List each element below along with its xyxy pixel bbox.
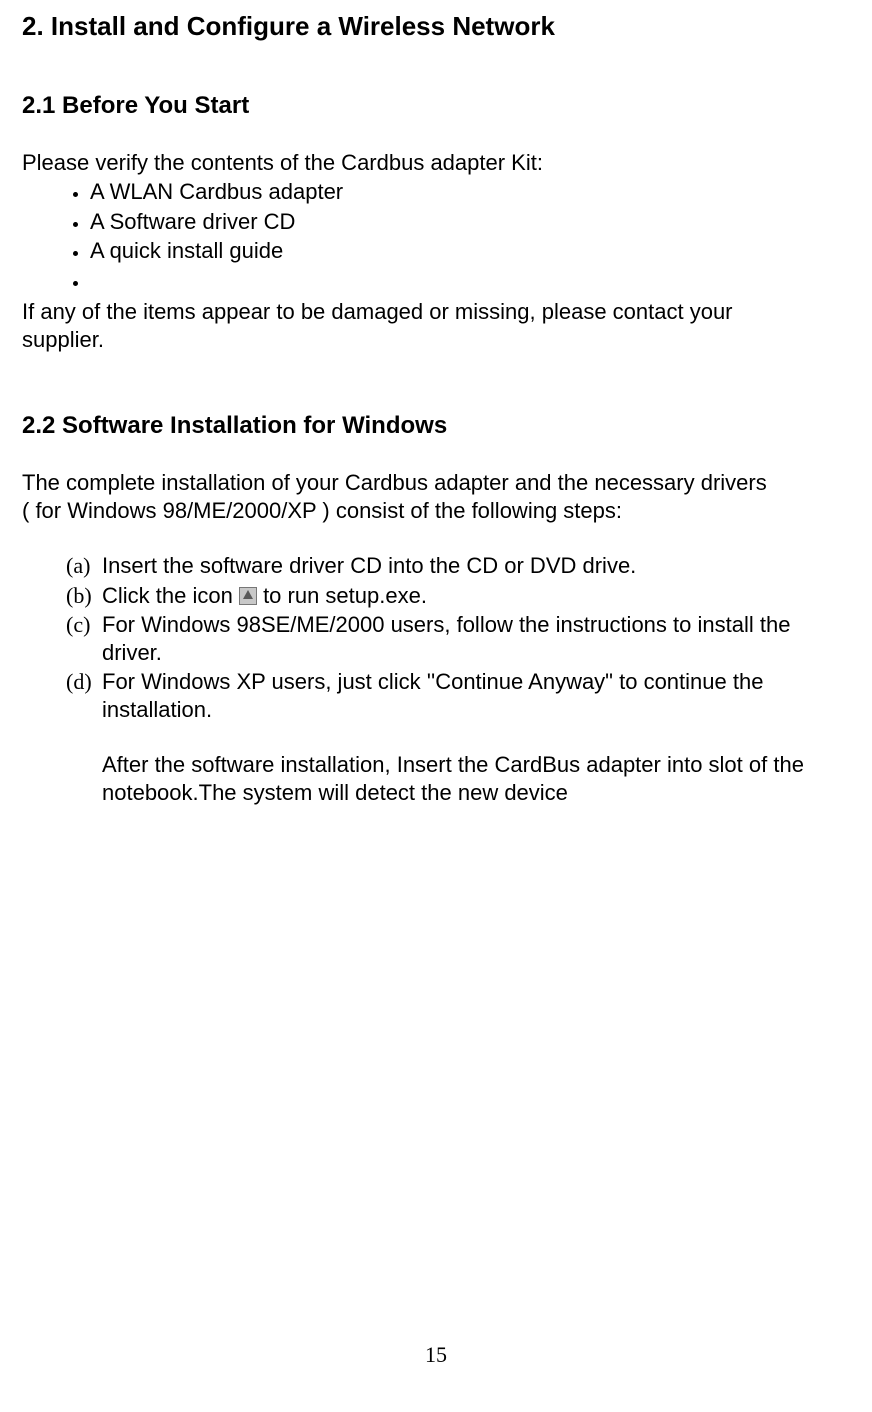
step-text: For Windows XP users, just click ''Conti…	[102, 669, 763, 722]
step-text: Click the icon to run setup.exe.	[102, 583, 427, 608]
list-item-empty	[90, 267, 856, 295]
page-number: 15	[0, 1341, 872, 1369]
section-2-1-heading: 2.1 Before You Start	[22, 43, 856, 121]
kit-list: A WLAN Cardbus adapter A Software driver…	[22, 178, 856, 294]
list-item: A Software driver CD	[90, 208, 856, 236]
step-text: For Windows 98SE/ME/2000 users, follow t…	[102, 612, 790, 665]
list-item: (a) Insert the software driver CD into t…	[102, 552, 856, 580]
install-steps: (a) Insert the software driver CD into t…	[22, 524, 856, 723]
kit-intro: Please verify the contents of the Cardbu…	[22, 121, 856, 177]
list-item: A quick install guide	[90, 237, 856, 265]
step-label: (a)	[66, 552, 90, 580]
install-intro: The complete installation of your Cardbu…	[22, 441, 856, 524]
list-item: (b) Click the icon to run setup.exe.	[102, 582, 856, 610]
list-item: A WLAN Cardbus adapter	[90, 178, 856, 206]
step-label: (d)	[66, 668, 92, 696]
chapter-title: 2. Install and Configure a Wireless Netw…	[22, 0, 856, 43]
after-install-text: After the software installation, Insert …	[22, 725, 856, 806]
list-item: (c) For Windows 98SE/ME/2000 users, foll…	[102, 611, 856, 666]
section-2-2-heading: 2.2 Software Installation for Windows	[22, 353, 856, 441]
list-item: (d) For Windows XP users, just click ''C…	[102, 668, 856, 723]
contact-text: If any of the items appear to be damaged…	[22, 296, 856, 353]
setup-exe-icon	[239, 587, 257, 605]
step-label: (b)	[66, 582, 92, 610]
step-label: (c)	[66, 611, 90, 639]
step-text: Insert the software driver CD into the C…	[102, 553, 636, 578]
